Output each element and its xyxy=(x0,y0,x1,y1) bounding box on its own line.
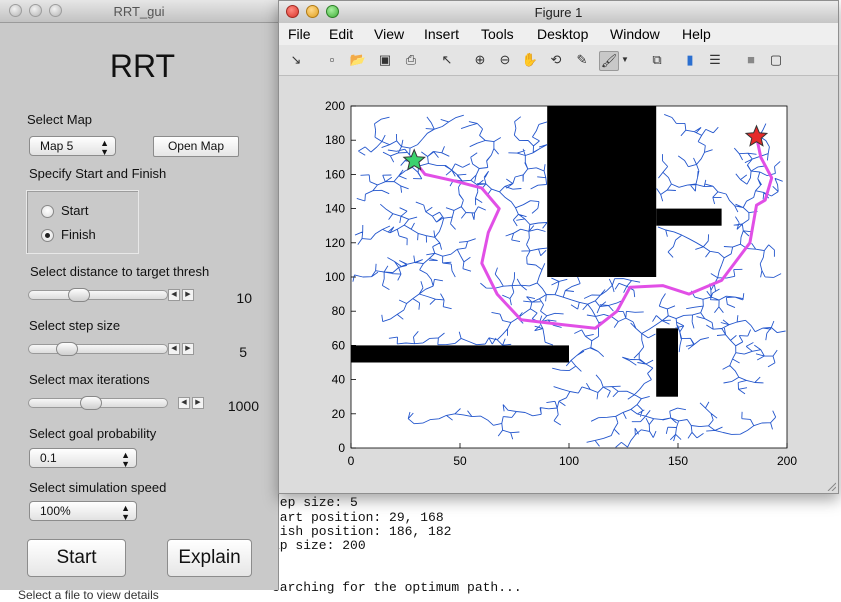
console-line: ap size: 200 xyxy=(272,538,366,553)
y-tick-label: 100 xyxy=(325,270,345,284)
obstacle xyxy=(351,345,569,363)
y-tick-label: 40 xyxy=(332,373,346,387)
step-size-value: 5 xyxy=(239,344,247,360)
max-iterations-slider[interactable]: ◀ ▶ xyxy=(26,396,204,410)
slider-track[interactable] xyxy=(28,344,168,354)
console-line: tep size: 5 xyxy=(272,495,358,510)
gui-titlebar[interactable]: RRT_gui xyxy=(0,0,278,23)
y-tick-label: 200 xyxy=(325,99,345,113)
start-finish-label: Specify Start and Finish xyxy=(29,166,167,181)
console-line: nish position: 186, 182 xyxy=(272,524,452,539)
radio-finish[interactable] xyxy=(41,229,54,242)
max-iterations-label: Select max iterations xyxy=(29,372,150,387)
map-select-value: Map 5 xyxy=(40,139,74,153)
x-tick-label: 0 xyxy=(348,454,355,468)
goal-probability-select[interactable]: 0.1 ▲ ▼ xyxy=(29,448,137,469)
slider-left-arrow-icon[interactable]: ◀ xyxy=(168,343,180,355)
threshold-label: Select distance to target thresh xyxy=(30,264,210,279)
threshold-slider[interactable]: ◀ ▶ xyxy=(26,288,196,302)
slider-thumb[interactable] xyxy=(80,396,102,410)
start-button[interactable]: Start xyxy=(27,539,126,577)
max-iterations-value: 1000 xyxy=(227,398,259,414)
explain-button[interactable]: Explain xyxy=(167,539,252,577)
goal-probability-label: Select goal probability xyxy=(29,426,157,441)
threshold-value: 10 xyxy=(236,290,252,306)
simulation-speed-select[interactable]: 100% ▲ ▼ xyxy=(29,501,137,522)
slider-right-arrow-icon[interactable]: ▶ xyxy=(182,343,194,355)
slider-thumb[interactable] xyxy=(68,288,90,302)
simulation-speed-value: 100% xyxy=(40,504,71,518)
obstacle xyxy=(656,208,722,226)
goal-probability-value: 0.1 xyxy=(40,451,57,465)
console-line: tart position: 29, 168 xyxy=(272,510,444,525)
y-tick-label: 80 xyxy=(332,304,346,318)
step-size-label: Select step size xyxy=(29,318,121,333)
step-size-slider[interactable]: ◀ ▶ xyxy=(26,342,196,356)
radio-start[interactable] xyxy=(41,205,54,218)
radio-start-label: Start xyxy=(61,203,89,218)
slider-left-arrow-icon[interactable]: ◀ xyxy=(178,397,190,409)
obstacle xyxy=(656,328,678,397)
figure-window: Figure 1 File Edit View Insert Tools Des… xyxy=(278,0,839,494)
console-line: earching for the optimum path... xyxy=(272,580,522,595)
x-tick-label: 200 xyxy=(777,454,797,468)
rrt-gui-window: RRT_gui RRT Select Map Map 5 ▲ ▼ Open Map… xyxy=(0,0,279,590)
window-title: RRT_gui xyxy=(113,4,165,19)
y-tick-label: 0 xyxy=(338,441,345,455)
resize-grip-icon[interactable] xyxy=(826,481,836,491)
y-tick-label: 120 xyxy=(325,236,345,250)
plot-canvas: 0 50 100 150 200 0 20 40 60 80 100 120 140 160 180 200 xyxy=(325,99,797,468)
updown-arrows-icon: ▲ ▼ xyxy=(121,503,130,522)
slider-right-arrow-icon[interactable]: ▶ xyxy=(182,289,194,301)
slider-left-arrow-icon[interactable]: ◀ xyxy=(168,289,180,301)
simulation-speed-label: Select simulation speed xyxy=(29,480,167,495)
obstacle xyxy=(547,106,657,277)
select-map-label: Select Map xyxy=(27,112,93,127)
y-tick-label: 20 xyxy=(332,407,346,421)
x-tick-label: 50 xyxy=(453,454,467,468)
updown-arrows-icon: ▲ ▼ xyxy=(121,450,130,469)
slider-right-arrow-icon[interactable]: ▶ xyxy=(192,397,204,409)
start-finish-group: Start Finish xyxy=(26,190,139,254)
map-select[interactable]: Map 5 ▲ ▼ xyxy=(29,136,116,157)
y-tick-label: 60 xyxy=(332,338,346,352)
updown-arrows-icon: ▲ ▼ xyxy=(100,138,109,157)
radio-finish-label: Finish xyxy=(61,227,96,242)
status-text: Select a file to view details xyxy=(18,588,159,602)
x-tick-label: 150 xyxy=(668,454,688,468)
open-map-button[interactable]: Open Map xyxy=(153,136,239,157)
y-tick-label: 160 xyxy=(325,167,345,181)
y-tick-label: 140 xyxy=(325,202,345,216)
x-tick-label: 100 xyxy=(559,454,579,468)
slider-track[interactable] xyxy=(28,290,168,300)
app-heading: RRT xyxy=(109,48,176,84)
slider-thumb[interactable] xyxy=(56,342,78,356)
y-tick-label: 180 xyxy=(325,133,345,147)
